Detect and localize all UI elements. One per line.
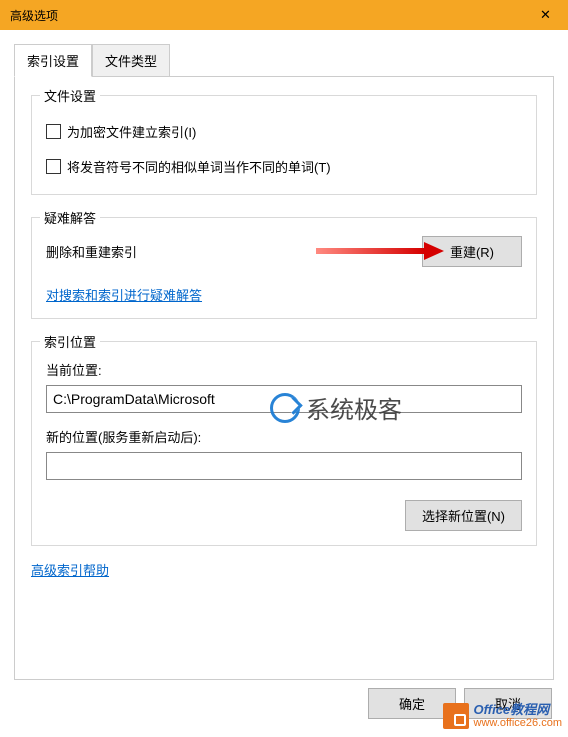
current-location-field[interactable] (46, 385, 522, 413)
cancel-button[interactable]: 取消 (464, 688, 552, 719)
group-title: 文件设置 (40, 86, 100, 105)
tab-file-types[interactable]: 文件类型 (92, 44, 170, 76)
close-button[interactable]: ✕ (523, 0, 568, 30)
tab-index-settings[interactable]: 索引设置 (14, 44, 92, 77)
close-icon: ✕ (540, 7, 551, 23)
dialog-buttons: 确定 取消 (14, 680, 554, 723)
troubleshoot-link[interactable]: 对搜索和索引进行疑难解答 (46, 288, 202, 303)
group-file-settings: 文件设置 为加密文件建立索引(I) 将发音符号不同的相似单词当作不同的单词(T) (31, 95, 537, 195)
tab-label: 文件类型 (105, 54, 157, 69)
group-index-location: 索引位置 当前位置: 新的位置(服务重新启动后): 选择新位置(N) (31, 341, 537, 546)
checkbox-icon (46, 159, 61, 174)
tab-label: 索引设置 (27, 54, 79, 69)
tab-bar: 索引设置 文件类型 (14, 44, 554, 77)
content-area: 索引设置 文件类型 文件设置 为加密文件建立索引(I) 将发音符号不同的相似单词… (0, 30, 568, 737)
tab-panel: 文件设置 为加密文件建立索引(I) 将发音符号不同的相似单词当作不同的单词(T)… (14, 77, 554, 680)
group-title: 索引位置 (40, 332, 100, 351)
checkbox-icon (46, 124, 61, 139)
group-title: 疑难解答 (40, 208, 100, 227)
group-troubleshoot: 疑难解答 删除和重建索引 重建(R) 对搜索和索引进行疑难解答 (31, 217, 537, 319)
row-rebuild: 删除和重建索引 重建(R) (46, 236, 522, 267)
titlebar: 高级选项 ✕ (0, 0, 568, 30)
choose-location-row: 选择新位置(N) (46, 500, 522, 531)
rebuild-button[interactable]: 重建(R) (422, 236, 522, 267)
choose-location-button[interactable]: 选择新位置(N) (405, 500, 522, 531)
advanced-help-link[interactable]: 高级索引帮助 (31, 563, 109, 578)
delete-rebuild-label: 删除和重建索引 (46, 242, 137, 261)
ok-button[interactable]: 确定 (368, 688, 456, 719)
new-location-field[interactable] (46, 452, 522, 480)
checkbox-index-encrypted[interactable]: 为加密文件建立索引(I) (46, 122, 522, 141)
checkbox-label: 为加密文件建立索引(I) (67, 122, 196, 141)
window-title: 高级选项 (10, 7, 58, 24)
checkbox-diacritics[interactable]: 将发音符号不同的相似单词当作不同的单词(T) (46, 157, 522, 176)
checkbox-label: 将发音符号不同的相似单词当作不同的单词(T) (67, 157, 331, 176)
new-location-label: 新的位置(服务重新启动后): (46, 427, 522, 446)
current-location-label: 当前位置: (46, 360, 522, 379)
